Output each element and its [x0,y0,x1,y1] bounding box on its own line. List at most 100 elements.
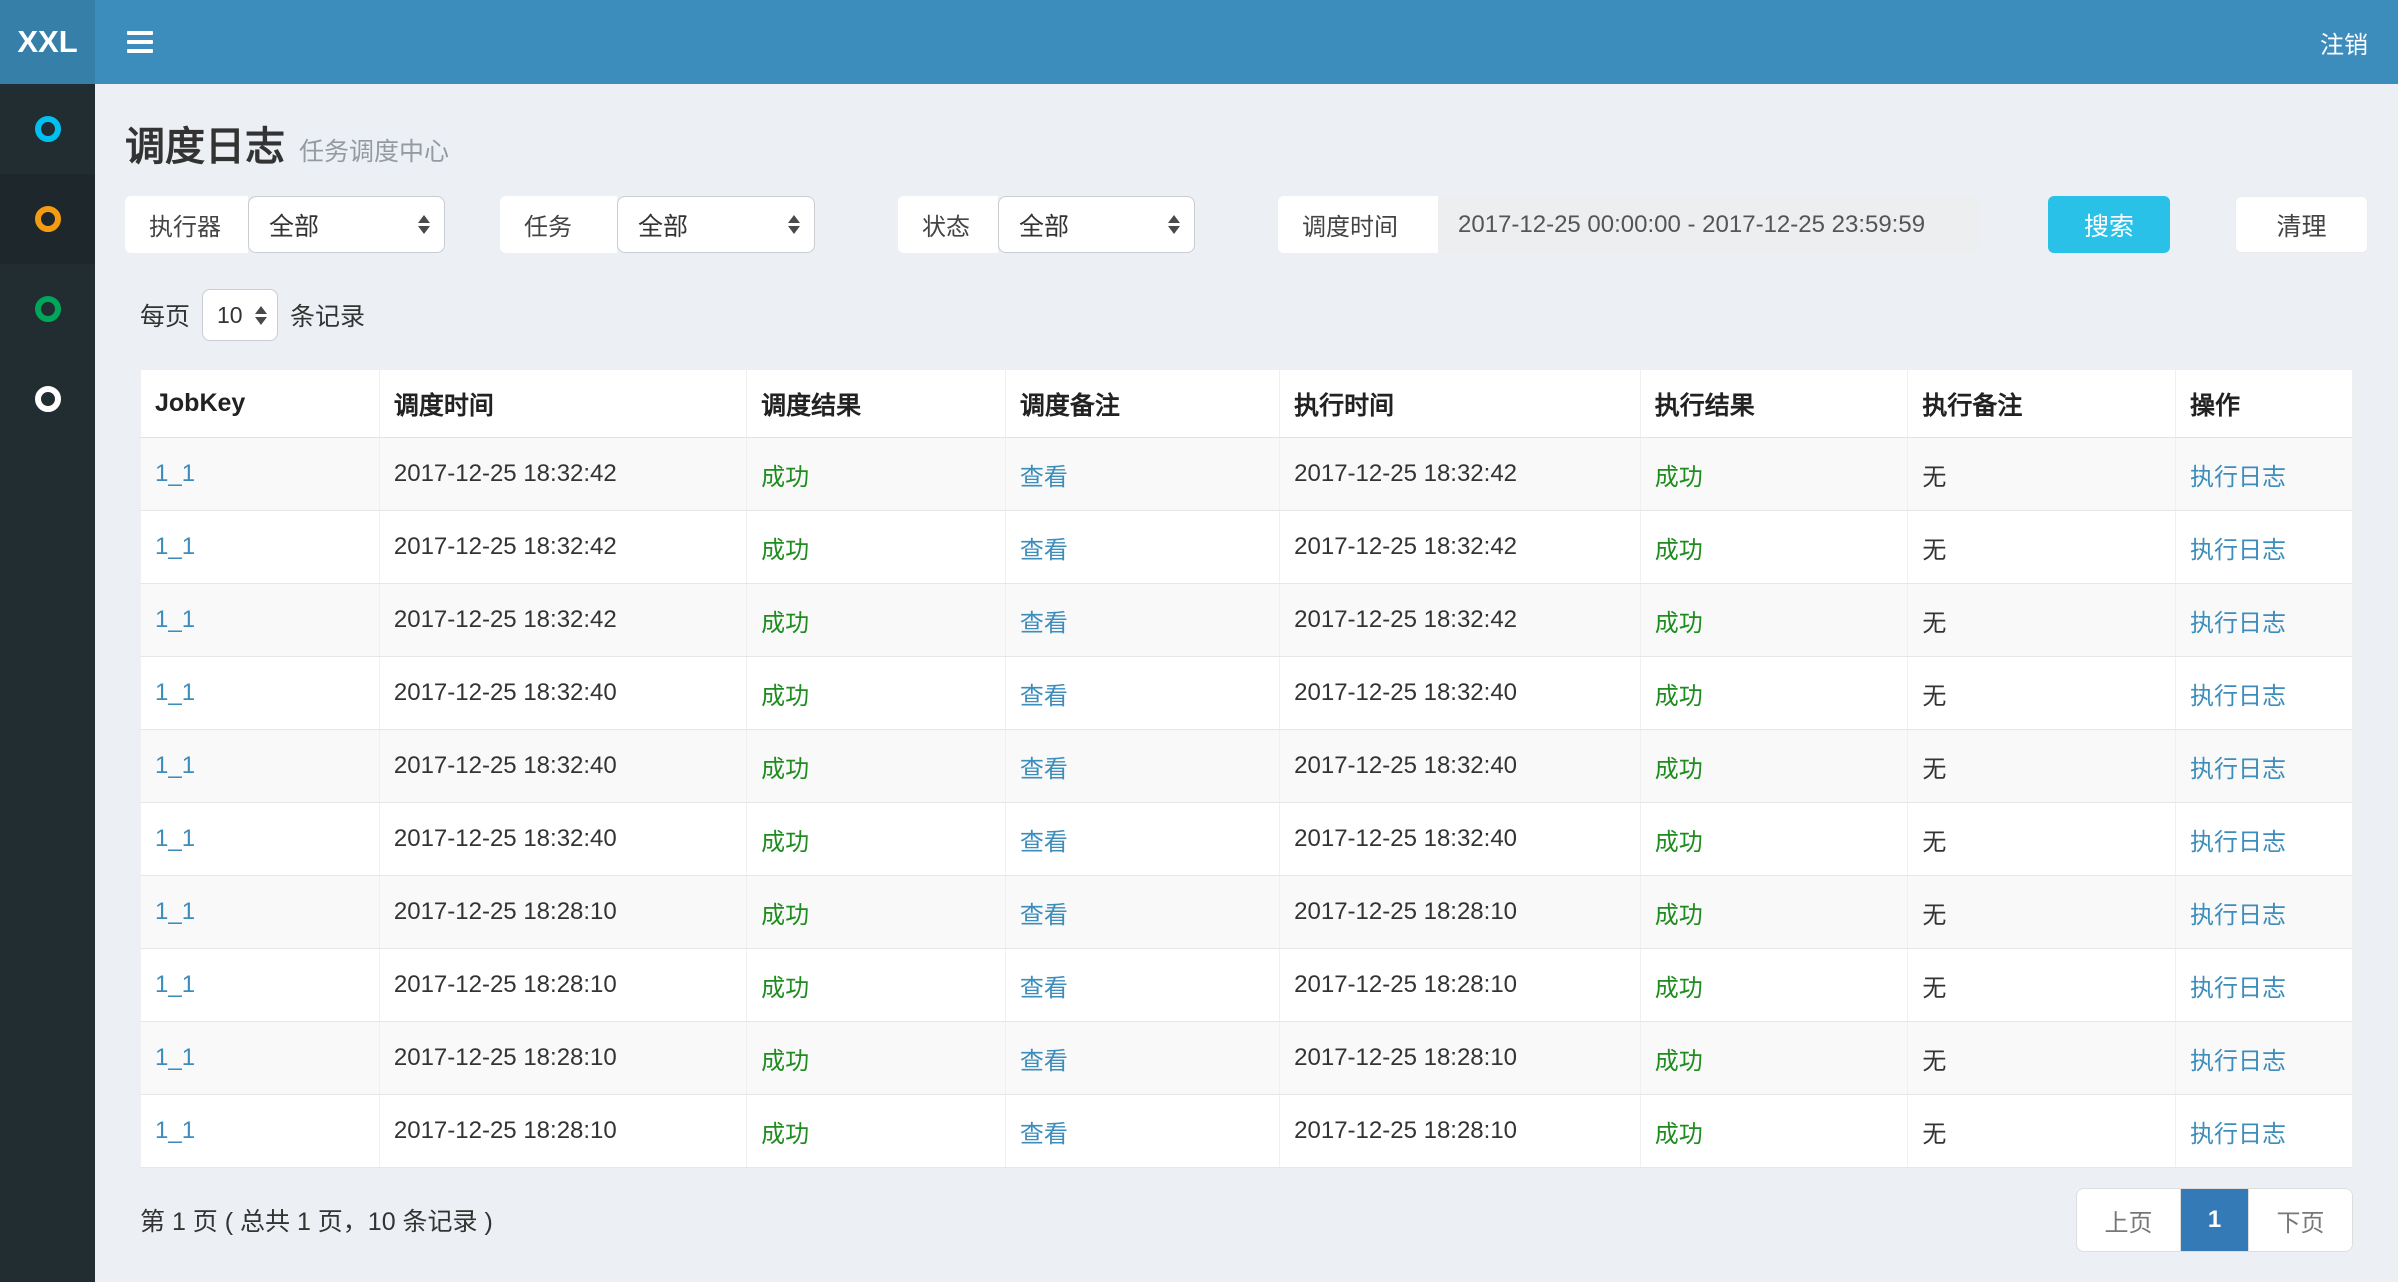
cell-action: 执行日志 [2175,438,2352,511]
execution-log-link[interactable]: 执行日志 [2190,683,2286,710]
cell-trigger-msg: 查看 [1005,730,1279,803]
cell-handle-msg: 无 [1908,876,2176,949]
page-title: 调度日志 [125,125,285,169]
sidebar-toggle-button[interactable] [107,0,173,84]
table-row: 1_12017-12-25 18:32:40成功查看2017-12-25 18:… [141,730,2353,803]
jobkey-link[interactable]: 1_1 [155,898,195,925]
cell-action: 执行日志 [2175,657,2352,730]
view-trigger-msg-link[interactable]: 查看 [1020,829,1068,856]
cell-action: 执行日志 [2175,803,2352,876]
select-stepper-icon [418,215,430,234]
jobkey-link[interactable]: 1_1 [155,460,195,487]
cell-trigger-msg: 查看 [1005,657,1279,730]
sidebar-item-2[interactable] [0,174,95,264]
cell-handle-result: 成功 [1640,803,1908,876]
jobkey-link[interactable]: 1_1 [155,752,195,779]
cell-handle-time: 2017-12-25 18:32:42 [1280,584,1641,657]
execution-log-link[interactable]: 执行日志 [2190,902,2286,929]
search-button[interactable]: 搜索 [2048,196,2170,253]
execution-log-link[interactable]: 执行日志 [2190,829,2286,856]
cell-trigger-msg: 查看 [1005,1095,1279,1168]
cell-trigger-time: 2017-12-25 18:32:40 [379,730,746,803]
view-trigger-msg-link[interactable]: 查看 [1020,756,1068,783]
sidebar-item-3[interactable] [0,264,95,354]
cell-trigger-result: 成功 [747,584,1006,657]
pagination-info: 第 1 页 ( 总共 1 页，10 条记录 ) [140,1202,493,1238]
cell-handle-result: 成功 [1640,1022,1908,1095]
cell-trigger-msg: 查看 [1005,803,1279,876]
brand-logo[interactable]: XXL [0,0,95,84]
jobkey-link[interactable]: 1_1 [155,1044,195,1071]
jobkey-link[interactable]: 1_1 [155,606,195,633]
job-select[interactable]: 全部 [617,196,815,253]
sidebar-item-1[interactable] [0,84,95,174]
view-trigger-msg-link[interactable]: 查看 [1020,902,1068,929]
current-page-button[interactable]: 1 [2181,1189,2248,1251]
execution-log-link[interactable]: 执行日志 [2190,537,2286,564]
col-header-trigger-msg: 调度备注 [1005,370,1279,438]
cell-handle-time: 2017-12-25 18:32:40 [1280,657,1641,730]
jobkey-link[interactable]: 1_1 [155,971,195,998]
execution-log-link[interactable]: 执行日志 [2190,1048,2286,1075]
clear-button[interactable]: 清理 [2235,196,2368,253]
logout-link[interactable]: 注销 [2290,0,2398,84]
execution-log-link[interactable]: 执行日志 [2190,975,2286,1002]
circle-outline-icon [35,116,61,142]
cell-handle-msg: 无 [1908,438,2176,511]
prev-page-button[interactable]: 上页 [2077,1189,2181,1251]
filter-bar: 执行器 全部 任务 全部 状态 全部 调度时间 搜索 清理 [125,196,2368,253]
page-size-value: 10 [217,302,243,329]
jobkey-link[interactable]: 1_1 [155,1117,195,1144]
status-filter-group: 状态 全部 [898,196,1195,253]
view-trigger-msg-link[interactable]: 查看 [1020,1121,1068,1148]
cell-job-key: 1_1 [141,803,380,876]
col-header-jobkey: JobKey [141,370,380,438]
executor-select[interactable]: 全部 [248,196,445,253]
executor-filter-group: 执行器 全部 [125,196,445,253]
table-row: 1_12017-12-25 18:28:10成功查看2017-12-25 18:… [141,1095,2353,1168]
job-label: 任务 [500,196,617,253]
cell-trigger-time: 2017-12-25 18:32:42 [379,438,746,511]
cell-job-key: 1_1 [141,949,380,1022]
view-trigger-msg-link[interactable]: 查看 [1020,975,1068,1002]
cell-handle-result: 成功 [1640,876,1908,949]
cell-job-key: 1_1 [141,730,380,803]
log-table-wrapper: JobKey 调度时间 调度结果 调度备注 执行时间 执行结果 执行备注 操作 … [140,369,2353,1168]
jobkey-link[interactable]: 1_1 [155,825,195,852]
execution-log-link[interactable]: 执行日志 [2190,464,2286,491]
execution-log-link[interactable]: 执行日志 [2190,756,2286,783]
table-row: 1_12017-12-25 18:28:10成功查看2017-12-25 18:… [141,1022,2353,1095]
cell-trigger-result: 成功 [747,876,1006,949]
circle-outline-icon [35,386,61,412]
cell-action: 执行日志 [2175,730,2352,803]
status-select[interactable]: 全部 [998,196,1195,253]
table-row: 1_12017-12-25 18:32:42成功查看2017-12-25 18:… [141,584,2353,657]
select-stepper-icon [255,306,267,325]
pagination-controls: 上页 1 下页 [2076,1188,2353,1252]
circle-outline-icon [35,206,61,232]
view-trigger-msg-link[interactable]: 查看 [1020,610,1068,637]
cell-trigger-msg: 查看 [1005,438,1279,511]
executor-select-value: 全部 [269,207,319,243]
view-trigger-msg-link[interactable]: 查看 [1020,537,1068,564]
sidebar-menu [0,84,95,1282]
view-trigger-msg-link[interactable]: 查看 [1020,464,1068,491]
view-trigger-msg-link[interactable]: 查看 [1020,683,1068,710]
jobkey-link[interactable]: 1_1 [155,679,195,706]
execution-log-link[interactable]: 执行日志 [2190,1121,2286,1148]
next-page-button[interactable]: 下页 [2248,1189,2352,1251]
trigger-time-range-input[interactable] [1438,196,1980,253]
cell-handle-msg: 无 [1908,730,2176,803]
sidebar-item-4[interactable] [0,354,95,444]
execution-log-link[interactable]: 执行日志 [2190,610,2286,637]
cell-trigger-result: 成功 [747,511,1006,584]
page-size-select[interactable]: 10 [202,289,278,341]
jobkey-link[interactable]: 1_1 [155,533,195,560]
cell-trigger-result: 成功 [747,1095,1006,1168]
table-row: 1_12017-12-25 18:28:10成功查看2017-12-25 18:… [141,949,2353,1022]
col-header-handle-result: 执行结果 [1640,370,1908,438]
select-stepper-icon [1168,215,1180,234]
view-trigger-msg-link[interactable]: 查看 [1020,1048,1068,1075]
log-table: JobKey 调度时间 调度结果 调度备注 执行时间 执行结果 执行备注 操作 … [140,369,2353,1168]
trigger-time-filter-group: 调度时间 [1278,196,1980,253]
